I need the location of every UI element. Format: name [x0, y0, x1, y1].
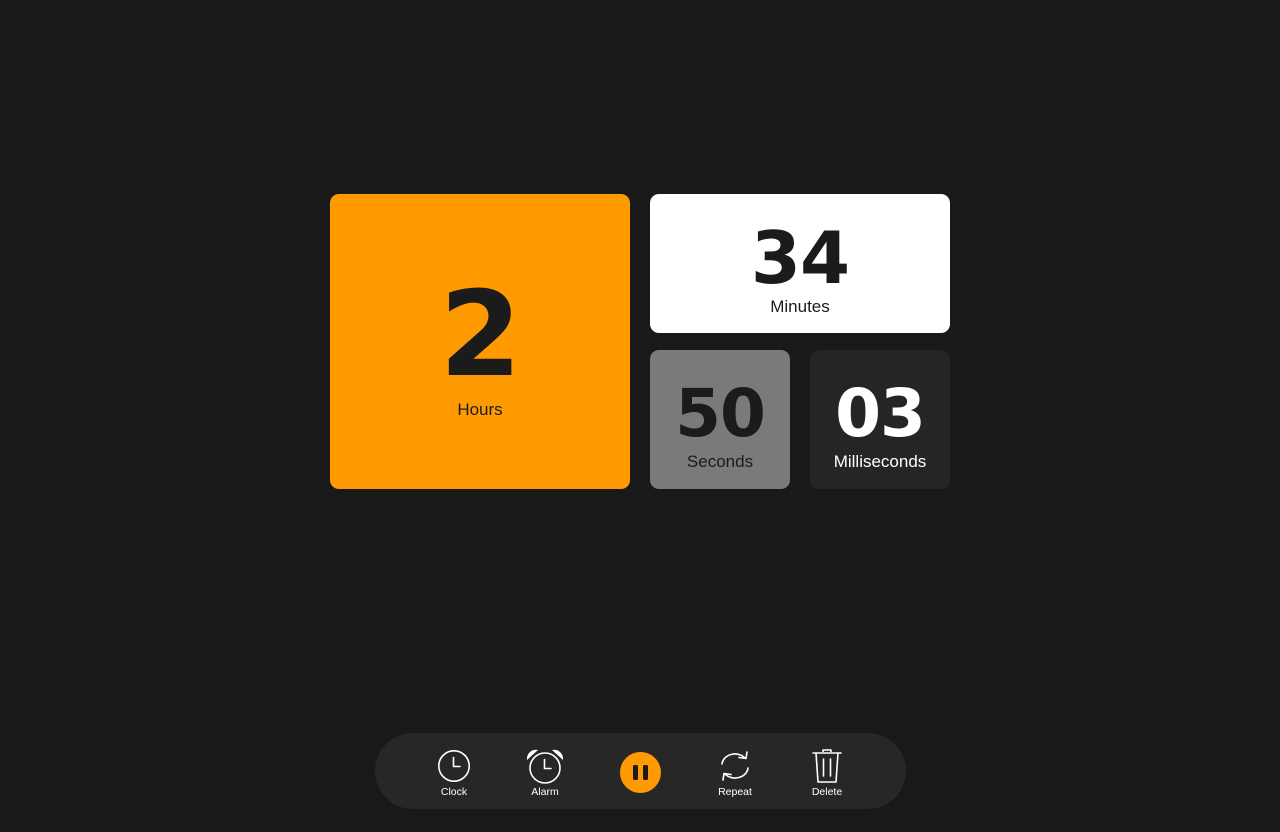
- repeat-icon: [713, 746, 757, 786]
- seconds-tile: 50 Seconds: [650, 350, 790, 489]
- milliseconds-value: 03: [835, 375, 926, 452]
- seconds-label: Seconds: [686, 452, 754, 471]
- clock-button[interactable]: Clock: [419, 733, 489, 809]
- trash-icon: [805, 746, 849, 786]
- hours-value: 2: [439, 265, 521, 403]
- alarm-button[interactable]: Alarm: [510, 733, 580, 809]
- pause-icon: [633, 765, 638, 780]
- milliseconds-tile: 03 Milliseconds: [810, 350, 950, 489]
- repeat-label: Repeat: [718, 786, 752, 798]
- delete-label: Delete: [811, 786, 843, 798]
- pause-button[interactable]: [620, 752, 661, 793]
- minutes-value: 34: [750, 216, 850, 300]
- clock-label: Clock: [440, 786, 468, 798]
- clock-icon: [432, 746, 476, 786]
- stopwatch-screen: 2 Hours 34 Minutes 50 Seconds 03 Millise…: [0, 0, 1280, 832]
- alarm-label: Alarm: [531, 786, 559, 798]
- alarm-icon: [523, 746, 567, 786]
- hours-label: Hours: [457, 400, 503, 419]
- bottom-dock: Clock Alarm Repeat Delete: [375, 733, 906, 809]
- minutes-tile: 34 Minutes: [650, 194, 950, 333]
- repeat-button[interactable]: Repeat: [700, 733, 770, 809]
- minutes-label: Minutes: [770, 297, 830, 316]
- seconds-value: 50: [675, 375, 766, 452]
- pause-icon-bar: [643, 765, 648, 780]
- delete-button[interactable]: Delete: [792, 733, 862, 809]
- milliseconds-label: Milliseconds: [833, 452, 927, 471]
- hours-tile: 2 Hours: [330, 194, 630, 489]
